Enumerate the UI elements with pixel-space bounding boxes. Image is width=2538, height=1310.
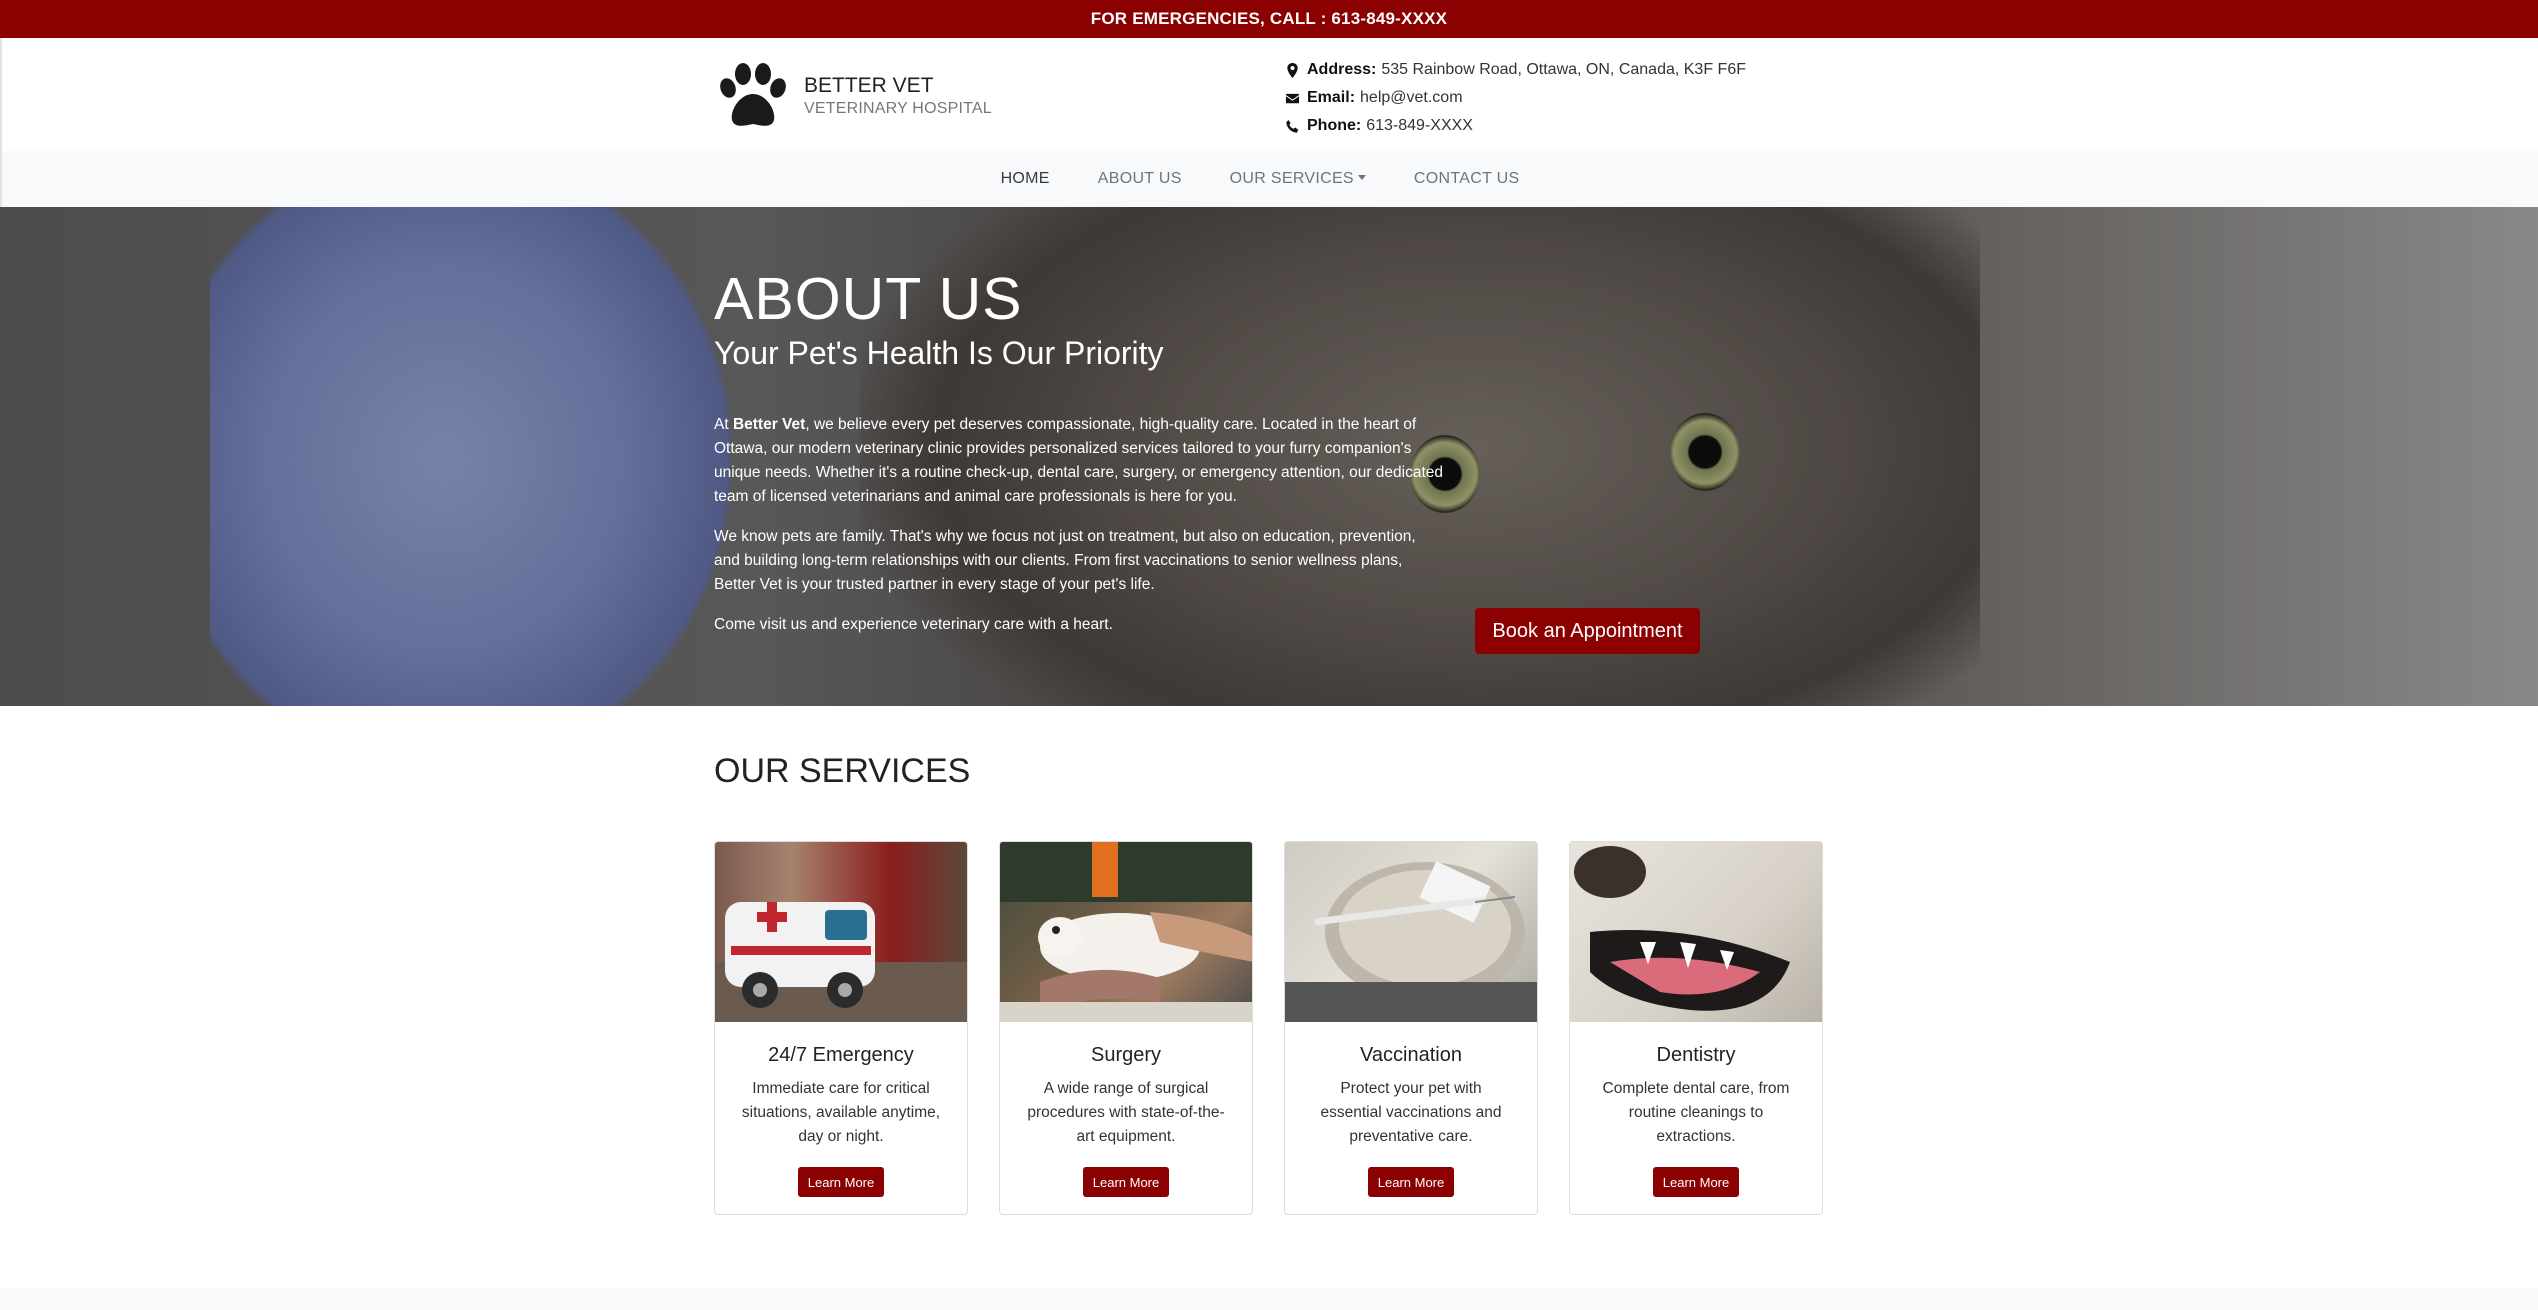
dog-teeth-photo bbox=[1574, 846, 1790, 1011]
nav-home[interactable]: HOME bbox=[977, 170, 1074, 188]
address-label: Address: bbox=[1307, 61, 1377, 78]
card-text: A wide range of surgical procedures with… bbox=[1027, 1080, 1225, 1145]
card-text: Protect your pet with essential vaccinat… bbox=[1320, 1080, 1502, 1145]
nav-services-dropdown[interactable]: OUR SERVICES bbox=[1206, 170, 1390, 188]
dentistry-image bbox=[1570, 842, 1822, 1022]
map-marker-icon bbox=[1285, 62, 1307, 78]
email-label: Email: bbox=[1307, 89, 1356, 106]
phone-icon bbox=[1285, 119, 1307, 134]
contact-address: Address: 535 Rainbow Road, Ottawa, ON, C… bbox=[1285, 56, 1746, 84]
footer-strip bbox=[0, 1288, 2538, 1310]
nav-menu: HOME ABOUT US OUR SERVICES CONTACT US bbox=[977, 170, 1544, 188]
hero-paragraph-1: At Better Vet, we believe every pet dese… bbox=[714, 413, 1444, 509]
card-text: Complete dental care, from routine clean… bbox=[1602, 1080, 1790, 1145]
hero-paragraph-2: We know pets are family. That's why we f… bbox=[714, 528, 1416, 593]
card-title: Surgery bbox=[1090, 1044, 1162, 1066]
vaccination-image bbox=[1285, 842, 1537, 1022]
address-value: 535 Rainbow Road, Ottawa, ON, Canada, K3… bbox=[1381, 61, 1746, 78]
book-appointment-button[interactable]: Book an Appointment bbox=[1475, 608, 1700, 654]
nav-contact[interactable]: CONTACT US bbox=[1390, 170, 1544, 188]
hero-subtitle: Your Pet's Health Is Our Priority bbox=[714, 335, 1164, 371]
syringe-photo bbox=[1285, 861, 1537, 1022]
p1-brand: Better Vet bbox=[732, 416, 806, 433]
phone-value[interactable]: 613-849-XXXX bbox=[1366, 117, 1473, 135]
service-card-surgery: Surgery A wide range of surgical procedu… bbox=[999, 841, 1253, 1215]
brand-logo[interactable]: BETTER VET VETERINARY HOSPITAL bbox=[716, 62, 992, 130]
envelope-icon bbox=[1285, 91, 1307, 106]
paw-icon bbox=[720, 63, 786, 126]
p1-rest: , we believe every pet deserves compassi… bbox=[714, 416, 1444, 505]
hero-section: ABOUT US Your Pet's Health Is Our Priori… bbox=[0, 207, 2538, 706]
main-navbar: HOME ABOUT US OUR SERVICES CONTACT US bbox=[0, 151, 2538, 207]
contact-email: Email: help@vet.com bbox=[1285, 84, 1746, 112]
hero-paragraph-3: Come visit us and experience veterinary … bbox=[714, 616, 1113, 633]
surgery-photo bbox=[1000, 842, 1252, 1022]
emergency-banner: FOR EMERGENCIES, CALL : 613-849-XXXX bbox=[0, 0, 2538, 38]
hero-body: At Better Vet, we believe every pet dese… bbox=[714, 413, 1444, 653]
learn-more-button[interactable]: Learn More bbox=[798, 1167, 884, 1197]
service-card-vaccination: Vaccination Protect your pet with essent… bbox=[1284, 841, 1538, 1215]
nav-about[interactable]: ABOUT US bbox=[1074, 170, 1206, 188]
card-title: Dentistry bbox=[1656, 1044, 1736, 1066]
caret-down-icon bbox=[1357, 175, 1366, 180]
hero-title: ABOUT US bbox=[714, 266, 1023, 332]
brand-name: BETTER VET bbox=[804, 74, 934, 97]
phone-label: Phone: bbox=[1307, 117, 1362, 134]
learn-more-button[interactable]: Learn More bbox=[1653, 1167, 1739, 1197]
site-header: BETTER VET VETERINARY HOSPITAL Address: … bbox=[0, 38, 2538, 151]
nav-services-label: OUR SERVICES bbox=[1229, 170, 1354, 187]
card-title: 24/7 Emergency bbox=[768, 1044, 914, 1066]
service-card-emergency: 24/7 Emergency Immediate care for critic… bbox=[714, 841, 968, 1215]
card-text: Immediate care for critical situations, … bbox=[741, 1080, 941, 1145]
contact-info: Address: 535 Rainbow Road, Ottawa, ON, C… bbox=[1285, 56, 1746, 140]
services-title: OUR SERVICES bbox=[714, 752, 971, 790]
p1-prefix: At bbox=[714, 416, 733, 433]
contact-phone: Phone: 613-849-XXXX bbox=[1285, 112, 1746, 140]
brand-tagline: VETERINARY HOSPITAL bbox=[804, 100, 992, 117]
learn-more-button[interactable]: Learn More bbox=[1083, 1167, 1169, 1197]
service-card-dentistry: Dentistry Complete dental care, from rou… bbox=[1569, 841, 1823, 1215]
email-value[interactable]: help@vet.com bbox=[1360, 89, 1463, 107]
emergency-text: FOR EMERGENCIES, CALL : 613-849-XXXX bbox=[1090, 9, 1448, 28]
card-title: Vaccination bbox=[1360, 1044, 1462, 1066]
ambulance-icon bbox=[715, 902, 967, 1022]
emergency-image bbox=[715, 842, 967, 1022]
learn-more-button[interactable]: Learn More bbox=[1368, 1167, 1454, 1197]
surgery-image bbox=[1000, 842, 1252, 1022]
